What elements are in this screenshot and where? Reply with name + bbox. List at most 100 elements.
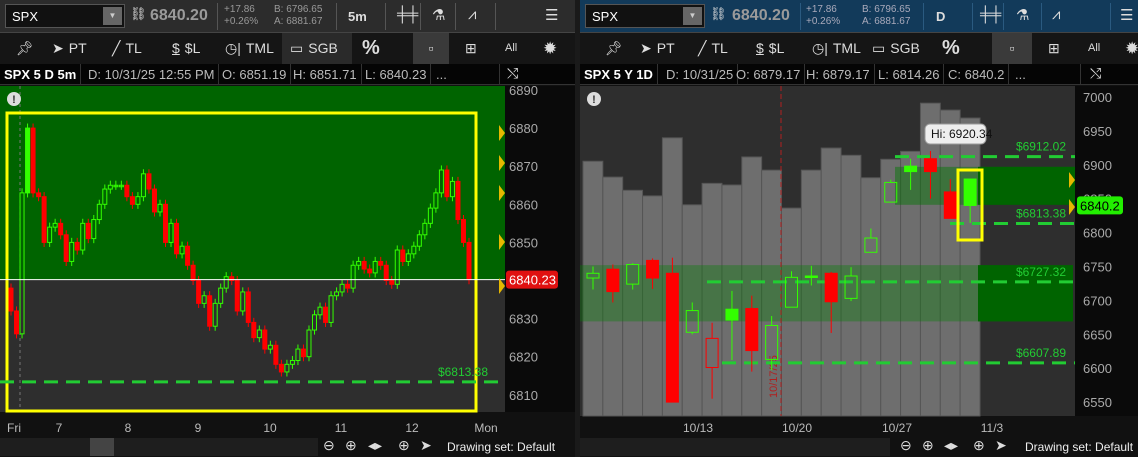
candle-body [646, 259, 660, 279]
fit-icon[interactable]: ◂▸ [944, 437, 958, 454]
y-tick-label: 6820 [509, 350, 538, 365]
candle-body [25, 127, 31, 194]
candle-body [367, 268, 373, 274]
price-level-label: $6813.38 [1016, 207, 1066, 221]
candle-body [207, 295, 213, 327]
y-tick-label: 6800 [1083, 226, 1112, 241]
chart-panel-right: SPX ▼ ⛓ 6840.20 +17.86 +0.26% B: 6796.65 A:… [580, 0, 1138, 457]
y-tick-label: 6810 [509, 388, 538, 403]
y-tick-label: 6900 [1083, 158, 1112, 173]
candle-body [466, 241, 472, 281]
candle-body [190, 264, 196, 282]
x-tick-label: 11/3 [981, 421, 1004, 435]
candle-body [278, 363, 284, 373]
y-tick-label: 6600 [1083, 361, 1112, 376]
scrollbar[interactable] [580, 438, 890, 456]
candle-body [460, 219, 466, 243]
candle-body [74, 241, 80, 251]
candle-body [36, 192, 42, 198]
candle-body [383, 264, 389, 282]
candle-body [8, 287, 14, 312]
x-tick-label: 10/20 [782, 421, 812, 435]
y-tick-label: 6750 [1083, 260, 1112, 275]
candle-body [455, 180, 461, 221]
candle-body [245, 291, 251, 323]
y-tick-label: 6550 [1083, 395, 1112, 410]
x-tick-label: 9 [195, 421, 202, 435]
crosshair-icon[interactable]: ⊕ [398, 437, 410, 454]
x-tick-label: 11 [335, 421, 348, 435]
candle-body [444, 169, 450, 198]
price-zone-above [0, 86, 505, 280]
candle-body [58, 222, 64, 236]
candle-body [262, 329, 268, 350]
candle-body [234, 280, 240, 312]
x-tick-label: 12 [405, 421, 419, 435]
y-tick-label: 6890 [509, 83, 538, 98]
candle-body [14, 310, 20, 335]
candle-body [400, 249, 406, 262]
candle-body [163, 203, 169, 243]
candle-body [129, 196, 135, 205]
fit-icon[interactable]: ◂▸ [368, 437, 382, 454]
candle-body [30, 127, 36, 194]
zoom-in-icon[interactable]: ⊕ [345, 437, 357, 454]
candle-body [196, 280, 202, 304]
current-price-label: 6840.23 [509, 273, 556, 288]
drawing-set-selector[interactable]: Drawing set: Default [1025, 440, 1133, 454]
candle-body [323, 306, 329, 323]
zoom-in-icon[interactable]: ⊕ [922, 437, 934, 454]
x-tick-label: 8 [125, 421, 132, 435]
candle-body [124, 184, 130, 198]
x-tick-label: 10/27 [882, 421, 912, 435]
candle-body [63, 234, 69, 262]
candle-body [146, 173, 152, 190]
candle-body [963, 178, 977, 206]
x-tick-label: 7 [56, 421, 63, 435]
candle-body [904, 165, 918, 173]
bottom-bar: ⊖ ⊕ ◂▸ ⊕ ➤ Drawing set: Default [0, 436, 575, 457]
pointer-icon[interactable]: ➤ [420, 437, 432, 454]
chart-area[interactable]: 10/17/25$6912.02$6813.38$6727.32$6607.89… [580, 0, 1138, 457]
y-tick-label: 6870 [509, 159, 538, 174]
candle-body [151, 188, 157, 213]
y-tick-label: 6850 [509, 235, 538, 250]
price-zone-below [0, 279, 505, 412]
bottom-bar: ⊖ ⊕ ◂▸ ⊕ ➤ Drawing set: Default [580, 436, 1138, 457]
price-level-label: $6813.38 [438, 365, 488, 379]
candle-body [300, 348, 306, 358]
candle-body [378, 260, 384, 266]
candle-body [943, 191, 957, 219]
candle-body [606, 268, 620, 293]
crosshair-icon[interactable]: ⊕ [973, 437, 985, 454]
candle-body [174, 222, 180, 255]
current-price-label: 6840.2 [1080, 198, 1120, 213]
zoom-out-icon[interactable]: ⊖ [323, 437, 335, 454]
y-tick-label: 6830 [509, 312, 538, 327]
x-tick-label: 10 [263, 421, 277, 435]
x-tick-label: Fri [7, 421, 21, 435]
alert-icon-glyph: ! [12, 94, 16, 106]
candle-body [251, 321, 257, 339]
x-tick-label: Mon [474, 421, 497, 435]
scrollbar[interactable] [0, 438, 318, 456]
candle-body [185, 245, 191, 266]
candle-body [804, 275, 818, 278]
candle-body [923, 158, 937, 173]
candle-body [389, 280, 395, 285]
price-level-label: $6607.89 [1016, 346, 1066, 360]
pointer-icon[interactable]: ➤ [995, 437, 1007, 454]
candle-body [85, 222, 91, 240]
scroll-thumb[interactable] [90, 438, 114, 456]
y-tick-label: 6700 [1083, 293, 1112, 308]
chart-panel-left: SPX ▼ ⛓ 6840.20 +17.86 +0.26% B: 6796.65 A:… [0, 0, 575, 457]
drawing-set-selector[interactable]: Drawing set: Default [447, 440, 555, 454]
volume-bar [919, 102, 941, 417]
candle-body [41, 196, 47, 243]
y-tick-label: 7000 [1083, 90, 1112, 105]
supply-zone-solid [978, 166, 1075, 205]
candle-body [665, 272, 679, 403]
zoom-out-icon[interactable]: ⊖ [900, 437, 912, 454]
y-tick-label: 6880 [509, 121, 538, 136]
chart-area[interactable]: $6813.38 6890 6880 6870 6860 6850 6830 6820 6810… [0, 0, 575, 457]
